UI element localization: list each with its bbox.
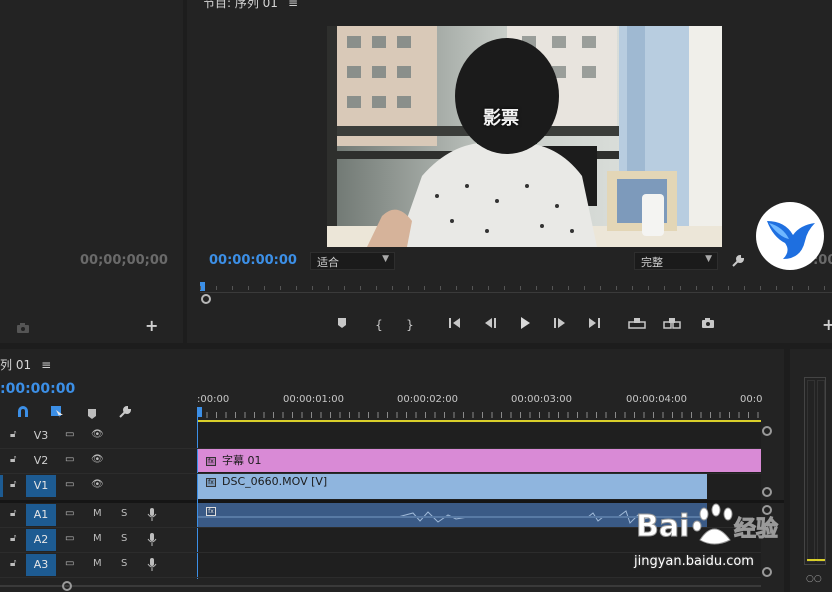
eye-icon[interactable]: 👁︎ bbox=[91, 479, 104, 490]
svg-text:经验: 经验 bbox=[734, 516, 778, 542]
track-header-a2: 🔓︎ A2 ▭ M S bbox=[0, 528, 197, 552]
video-clip[interactable]: fx DSC_0660.MOV [V] bbox=[198, 474, 707, 499]
program-tick-marks bbox=[200, 286, 832, 290]
zoom-select[interactable]: 适合 ▼ bbox=[310, 252, 395, 270]
ruler-label: 00:00:02:00 bbox=[397, 394, 459, 405]
track-scroll-handle[interactable] bbox=[762, 487, 772, 497]
step-back-button[interactable] bbox=[481, 316, 499, 334]
snap-magnet-icon[interactable] bbox=[16, 404, 30, 418]
go-to-in-button[interactable] bbox=[446, 316, 464, 334]
track-name[interactable]: A3 bbox=[26, 554, 56, 576]
sync-lock-icon[interactable]: ▭ bbox=[65, 558, 74, 569]
track-name[interactable]: V3 bbox=[26, 425, 56, 447]
linked-selection-icon[interactable] bbox=[50, 404, 64, 418]
ruler-label: 00:00:03:00 bbox=[511, 394, 573, 405]
track-name[interactable]: V2 bbox=[26, 450, 56, 472]
lock-icon[interactable]: 🔓︎ bbox=[10, 508, 16, 519]
sync-lock-icon[interactable]: ▭ bbox=[65, 533, 74, 544]
panel-menu-icon[interactable]: ≡ bbox=[288, 0, 298, 10]
add-marker-icon[interactable] bbox=[86, 405, 98, 419]
source-timecode: 00;00;00;00 bbox=[80, 253, 168, 268]
add-button[interactable]: + bbox=[145, 316, 158, 335]
lift-button[interactable] bbox=[628, 316, 646, 334]
microphone-icon[interactable] bbox=[147, 508, 157, 524]
lock-icon[interactable]: 🔓︎ bbox=[10, 454, 16, 465]
program-timecode[interactable]: 00:00:00:00 bbox=[209, 253, 297, 268]
track-header-v2: 🔓︎ V2 ▭ 👁︎ bbox=[0, 449, 197, 473]
sync-lock-icon[interactable]: ▭ bbox=[65, 479, 74, 490]
solo-button[interactable]: S bbox=[121, 533, 127, 544]
audio-meter bbox=[804, 377, 826, 565]
lock-icon[interactable]: 🔓︎ bbox=[10, 479, 16, 490]
extract-button[interactable] bbox=[663, 316, 681, 334]
chevron-down-icon: ▼ bbox=[382, 254, 389, 264]
ruler-label: 00:0 bbox=[740, 394, 763, 405]
solo-button[interactable]: S bbox=[121, 508, 127, 519]
track-name[interactable]: A2 bbox=[26, 529, 56, 551]
camera-icon[interactable] bbox=[16, 318, 30, 333]
play-button[interactable] bbox=[516, 316, 534, 334]
ruler-label: 00:00:01:00 bbox=[283, 394, 345, 405]
track-header-v1: 🔓︎ V1 ▭ 👁︎ bbox=[0, 474, 197, 498]
wrench-icon[interactable] bbox=[731, 253, 745, 267]
export-frame-icon[interactable] bbox=[699, 316, 717, 334]
svg-text:Bai: Bai bbox=[636, 509, 689, 544]
audio-waveform bbox=[198, 510, 707, 524]
lock-icon[interactable]: 🔓︎ bbox=[10, 558, 16, 569]
track-header-a1: 🔓︎ A1 ▭ M S bbox=[0, 503, 197, 527]
fx-badge: fx bbox=[206, 456, 216, 466]
track-name[interactable]: A1 bbox=[26, 504, 56, 526]
ruler-label: 00:00:04:00 bbox=[626, 394, 688, 405]
overlay-title: 影票 bbox=[483, 108, 519, 129]
panel-menu-icon[interactable]: ≡ bbox=[41, 358, 51, 372]
track-header-a3: 🔓︎ A3 ▭ M S bbox=[0, 553, 197, 577]
video-preview: 影票 bbox=[327, 26, 722, 247]
baidu-watermark: Bai 经验 jingyan.baidu.com bbox=[634, 500, 794, 580]
button-editor-add[interactable]: + bbox=[822, 315, 832, 334]
meter-solo-buttons[interactable]: ○○ bbox=[806, 574, 822, 584]
ruler-label: :00:00 bbox=[197, 394, 230, 405]
solo-button[interactable]: S bbox=[121, 558, 127, 569]
bird-logo-icon bbox=[755, 201, 825, 271]
timeline-settings-wrench-icon[interactable] bbox=[118, 404, 132, 418]
go-to-out-button[interactable] bbox=[585, 316, 603, 334]
mute-button[interactable]: M bbox=[93, 558, 102, 569]
watermark-url: jingyan.baidu.com bbox=[634, 554, 754, 569]
mark-in-button[interactable]: { bbox=[370, 316, 388, 334]
track-scroll-handle[interactable] bbox=[762, 426, 772, 436]
sync-lock-icon[interactable]: ▭ bbox=[65, 508, 74, 519]
timeline-horizontal-scrollbar[interactable] bbox=[0, 581, 761, 591]
ruler-ticks bbox=[197, 412, 761, 418]
lock-icon[interactable]: 🔓︎ bbox=[10, 429, 16, 440]
fx-badge: fx bbox=[206, 477, 216, 487]
track-header-v3: 🔓︎ V3 ▭ 👁︎ bbox=[0, 424, 197, 448]
eye-icon[interactable]: 👁︎ bbox=[91, 454, 104, 465]
eye-icon[interactable]: 👁︎ bbox=[91, 429, 104, 440]
timeline-title: 列 01 ≡ bbox=[0, 358, 52, 372]
work-area-bar[interactable] bbox=[197, 420, 761, 422]
timeline-timecode[interactable]: :00:00:00 bbox=[0, 381, 75, 397]
quality-select[interactable]: 完整 ▼ bbox=[634, 252, 718, 270]
step-forward-button[interactable] bbox=[551, 316, 569, 334]
chevron-down-icon: ▼ bbox=[705, 254, 712, 264]
mute-button[interactable]: M bbox=[93, 508, 102, 519]
add-marker-button[interactable] bbox=[333, 316, 351, 334]
sync-lock-icon[interactable]: ▭ bbox=[65, 454, 74, 465]
microphone-icon[interactable] bbox=[147, 558, 157, 574]
lock-icon[interactable]: 🔓︎ bbox=[10, 533, 16, 544]
track-name[interactable]: V1 bbox=[26, 475, 56, 497]
microphone-icon[interactable] bbox=[147, 533, 157, 549]
source-monitor-panel bbox=[0, 0, 183, 343]
mute-button[interactable]: M bbox=[93, 533, 102, 544]
audio-clip[interactable]: fx bbox=[198, 503, 707, 527]
mark-out-button[interactable]: } bbox=[401, 316, 419, 334]
title-clip[interactable]: fx 字幕 01 bbox=[198, 449, 761, 472]
sync-lock-icon[interactable]: ▭ bbox=[65, 429, 74, 440]
program-monitor-title: 节目: 序列 01 ≡ bbox=[203, 0, 298, 11]
